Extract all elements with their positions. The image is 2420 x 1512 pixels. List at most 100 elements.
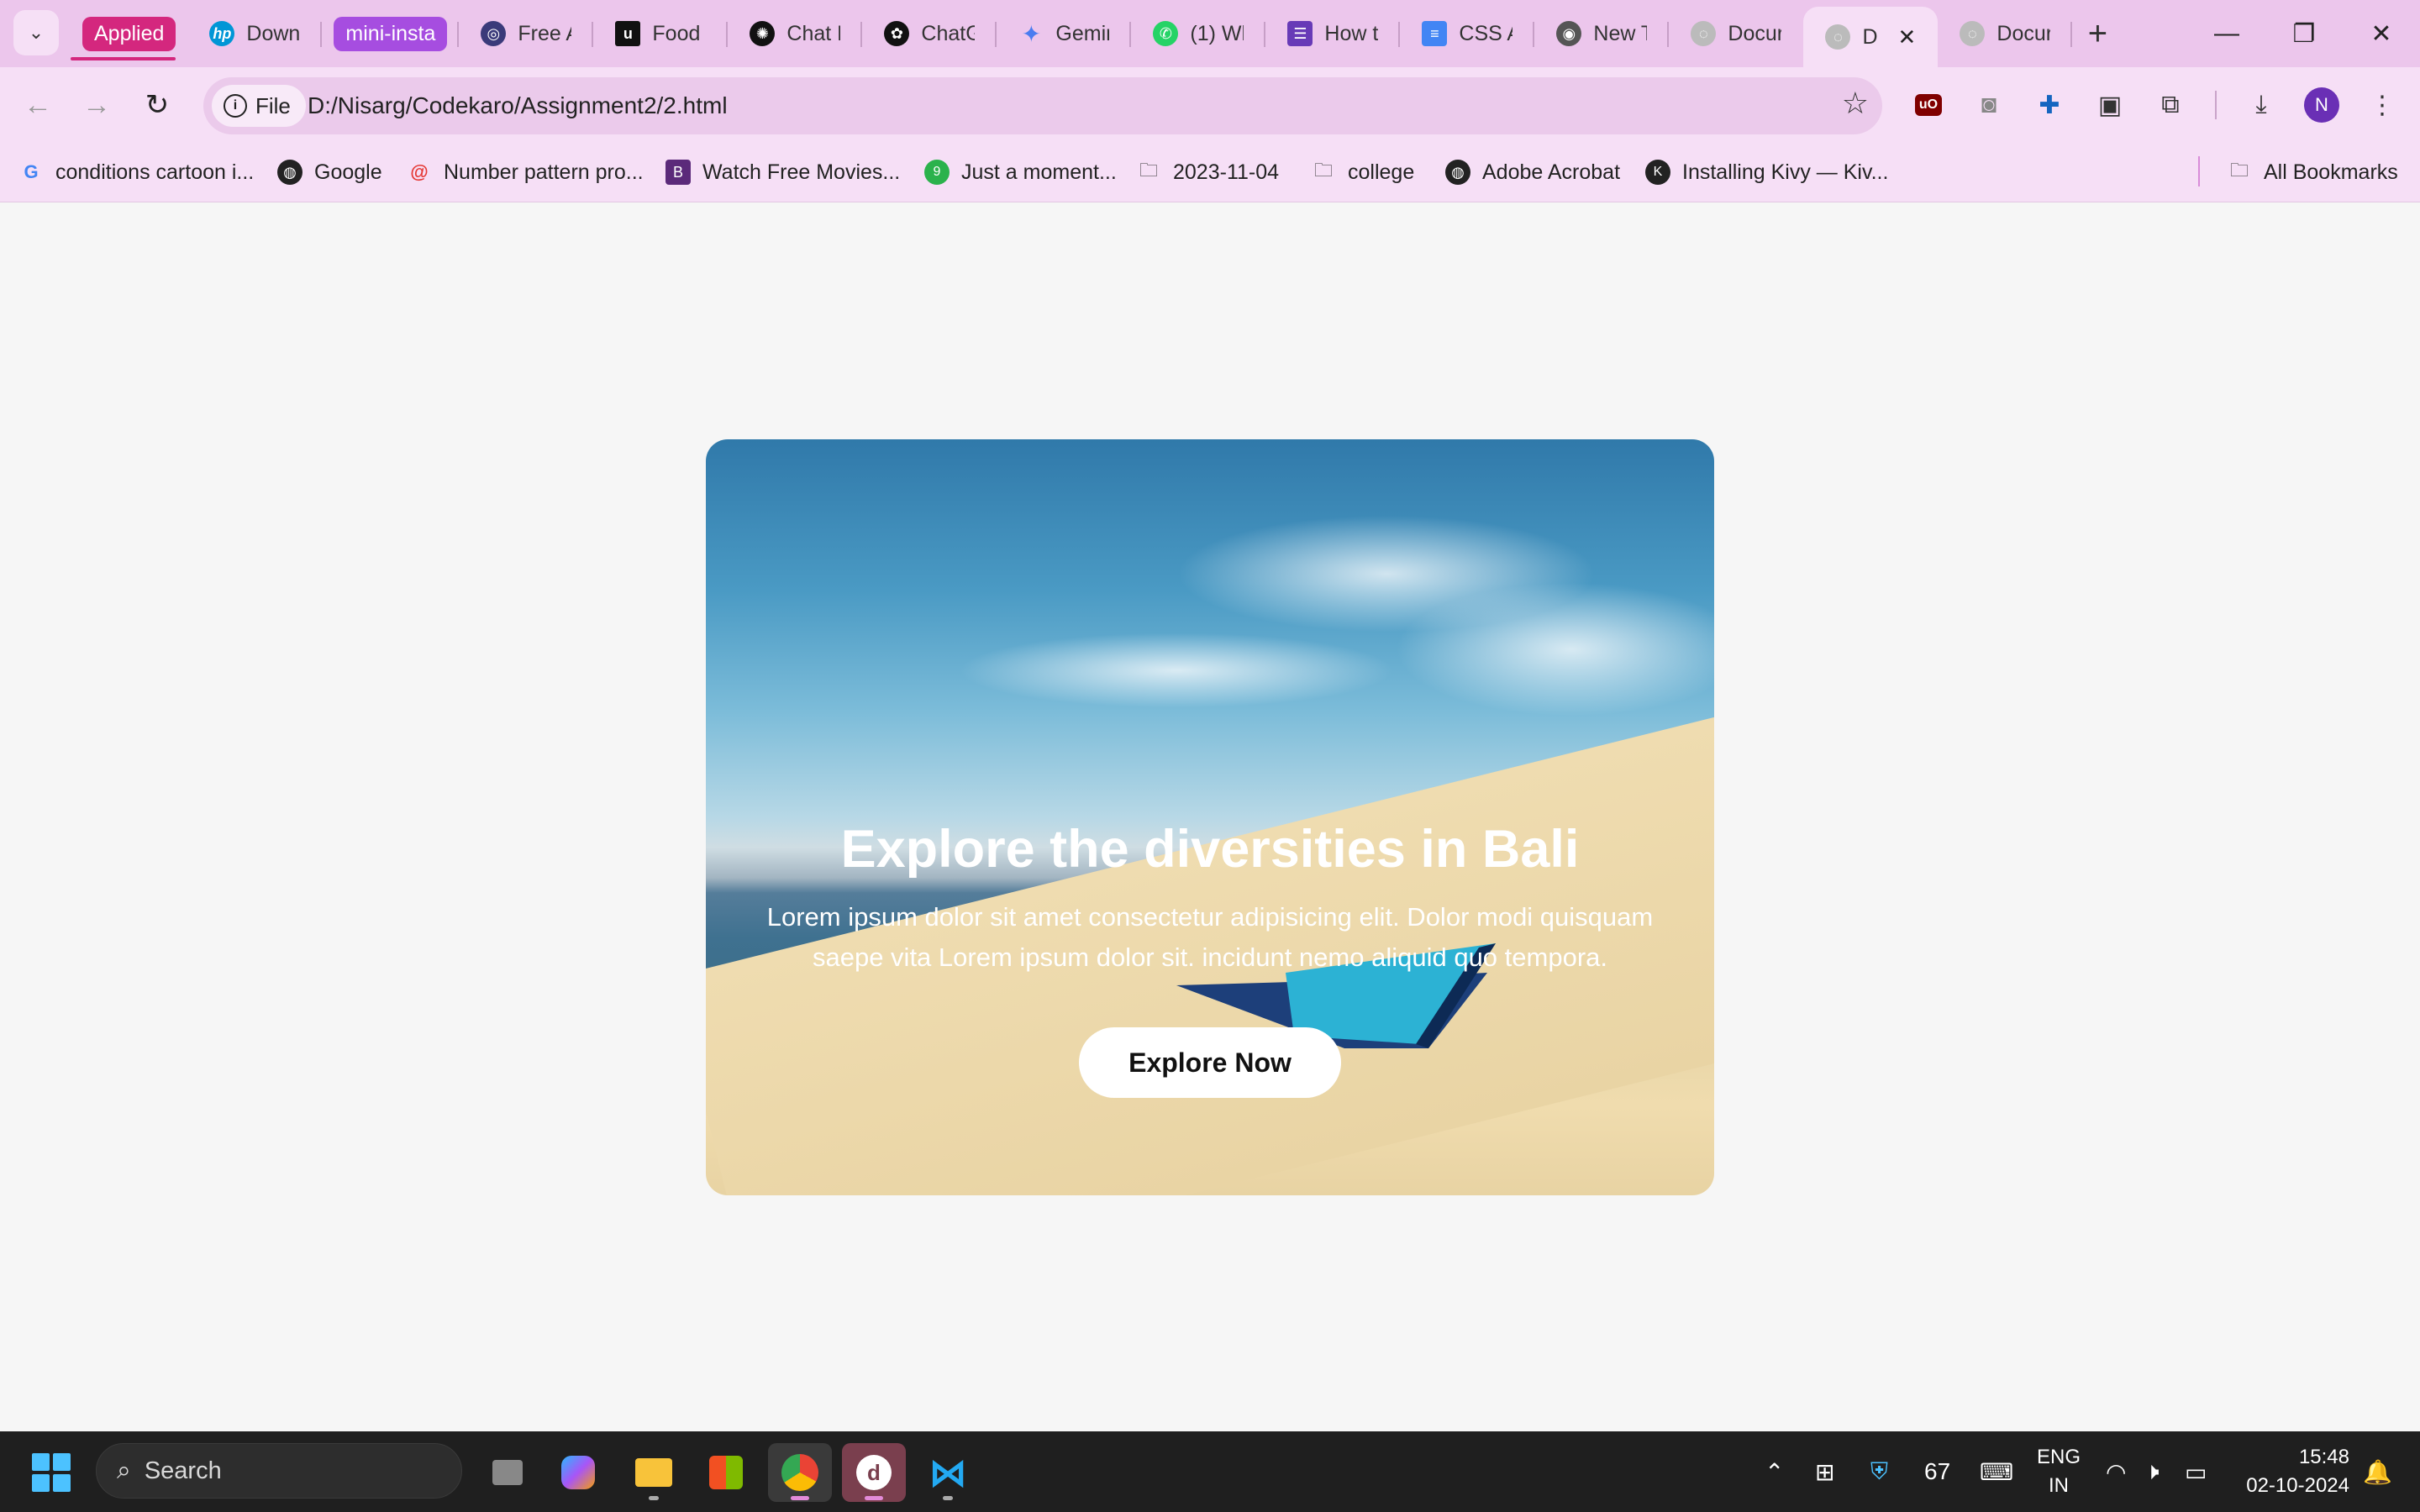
tab[interactable]: hp Downl: [187, 7, 323, 60]
bookmark-star-icon[interactable]: ☆: [1842, 86, 1869, 121]
tab-group-applied[interactable]: Applied: [71, 7, 187, 60]
clock[interactable]: 15:48 02-10-2024: [2242, 1443, 2349, 1500]
chrome-taskbar-icon[interactable]: [768, 1443, 832, 1502]
site-info-chip[interactable]: i File: [212, 85, 306, 127]
site-icon: @: [410, 161, 429, 182]
taskbar-search[interactable]: ⌕ Search: [96, 1443, 462, 1499]
tab[interactable]: ◌ Docur: [1938, 7, 2073, 60]
all-bookmarks[interactable]: 🗀 All Bookmarks: [2227, 143, 2398, 202]
show-hidden-icons[interactable]: ⌃: [1765, 1431, 1784, 1512]
search-icon: ⌕: [117, 1457, 131, 1484]
tab[interactable]: ✆ (1) Wh: [1131, 7, 1266, 60]
discord-like-app-icon[interactable]: d: [842, 1443, 906, 1502]
ublock-icon[interactable]: uO: [1914, 94, 1943, 116]
chatbot-icon: ✺: [750, 21, 776, 46]
tray-monitor-icon[interactable]: ⊞: [1815, 1431, 1834, 1512]
tab-active[interactable]: ◌ D ✕: [1803, 7, 1939, 67]
bookmark-label: Google: [314, 160, 382, 184]
bookmarks-bar: G conditions cartoon i... ◍ Google @ Num…: [0, 143, 2420, 202]
openai-icon: ✿: [884, 21, 910, 46]
bookmark-icon: B: [666, 160, 691, 185]
bookmark-item[interactable]: 9 Just a moment...: [924, 143, 1117, 202]
microsoft-store-icon[interactable]: [694, 1443, 758, 1502]
folder-icon: 🗀: [2229, 160, 2249, 181]
language-indicator[interactable]: ENG IN: [2037, 1431, 2081, 1512]
tab[interactable]: ☰ How t: [1265, 7, 1401, 60]
windows-start-icon[interactable]: [32, 1453, 71, 1492]
volume-muted-icon[interactable]: 🕨: [2144, 1431, 2160, 1512]
bookmark-item[interactable]: ◍ Adobe Acrobat: [1445, 143, 1620, 202]
tab[interactable]: ◉ New T: [1534, 7, 1670, 60]
tab[interactable]: ≡ CSS A: [1400, 7, 1535, 60]
tab[interactable]: ✺ Chat B: [728, 7, 863, 60]
region-code: IN: [2049, 1474, 2069, 1497]
close-tab-icon[interactable]: ✕: [1898, 24, 1917, 50]
whatsapp-icon: ✆: [1153, 21, 1179, 46]
tab-strip: ⌄ Applied hp Downl mini-insta ◎ Free A u…: [0, 0, 2420, 67]
bookmark-item[interactable]: G conditions cartoon i...: [18, 143, 254, 202]
url-text[interactable]: D:/Nisarg/Codekaro/Assignment2/2.html: [308, 77, 728, 134]
tab-title: Chat B: [786, 21, 840, 45]
bookmark-item[interactable]: ◍ Google: [277, 143, 382, 202]
tab-title: ChatG: [921, 21, 976, 45]
globe-icon: ◍: [277, 160, 302, 185]
hero-description: Lorem ipsum dolor sit amet consectetur a…: [766, 902, 1654, 972]
tab-title: Downl: [246, 21, 301, 45]
notification-bell-icon[interactable]: 🔔: [2363, 1431, 2392, 1512]
hero-card: Explore the diversities in Bali Lorem ip…: [706, 439, 1714, 1195]
copilot-icon[interactable]: [546, 1443, 610, 1502]
bookmark-folder[interactable]: 🗀 2023-11-04: [1136, 143, 1279, 202]
picture-in-picture-icon[interactable]: ▣: [2091, 86, 2129, 124]
folder-icon: 🗀: [1313, 160, 1333, 181]
wifi-icon[interactable]: ◠: [2106, 1431, 2126, 1512]
tab-title: Gemin: [1055, 21, 1109, 45]
tab-title: Free A: [518, 21, 571, 45]
forward-icon[interactable]: →: [76, 84, 118, 126]
taskbar: ⌕ Search d ⋈ ⌃ ⊞ ⛨ 67 ⌨ ENG IN ◠ 🕨 ▭ 15:…: [0, 1431, 2420, 1512]
download-icon[interactable]: ⤓: [2242, 86, 2281, 124]
vscode-icon[interactable]: ⋈: [916, 1443, 980, 1502]
minimize-icon[interactable]: —: [2188, 0, 2265, 67]
bookmark-item[interactable]: @ Number pattern pro...: [407, 143, 643, 202]
file-explorer-icon[interactable]: [622, 1443, 686, 1502]
all-bookmarks-label: All Bookmarks: [2264, 160, 2398, 184]
tab-group-mini-insta[interactable]: mini-insta: [322, 7, 460, 60]
task-view-icon[interactable]: [476, 1443, 539, 1502]
explore-now-button[interactable]: Explore Now: [1079, 1027, 1341, 1098]
camera-icon[interactable]: ◙: [1970, 86, 2008, 124]
tab[interactable]: ◎ Free A: [459, 7, 594, 60]
tab[interactable]: ◌ Docur: [1669, 7, 1803, 60]
tab-title: Docur: [1728, 21, 1782, 45]
extension-icon[interactable]: ✚: [2030, 86, 2069, 124]
site-icon: ◎: [481, 21, 507, 46]
globe-icon: ◌: [1691, 21, 1717, 46]
language-code: ENG: [2037, 1446, 2081, 1468]
address-bar[interactable]: i File D:/Nisarg/Codekaro/Assignment2/2.…: [203, 77, 1882, 134]
tab[interactable]: ✿ ChatG: [862, 7, 997, 60]
tabs: Applied hp Downl mini-insta ◎ Free A u F…: [71, 7, 2123, 67]
back-icon[interactable]: ←: [17, 84, 59, 126]
bookmark-folder[interactable]: 🗀 college: [1311, 143, 1414, 202]
tab-search-button[interactable]: ⌄: [13, 10, 59, 55]
new-tab-button[interactable]: +: [2072, 7, 2123, 60]
tab[interactable]: ✦ Gemin: [997, 7, 1132, 60]
docs-icon: ≡: [1422, 21, 1448, 46]
restore-icon[interactable]: ❐: [2265, 0, 2343, 67]
bookmark-item[interactable]: B Watch Free Movies...: [666, 143, 900, 202]
close-window-icon[interactable]: ✕: [2343, 0, 2420, 67]
reload-icon[interactable]: ↻: [136, 84, 178, 126]
tab-title: How t: [1324, 21, 1379, 45]
bookmark-item[interactable]: K Installing Kivy — Kiv...: [1645, 143, 1888, 202]
keyboard-icon[interactable]: ⌨: [1980, 1431, 2013, 1512]
security-shield-icon[interactable]: ⛨: [1870, 1431, 1888, 1512]
bookmark-label: college: [1348, 160, 1415, 184]
google-icon: G: [24, 161, 39, 182]
menu-kebab-icon[interactable]: ⋮: [2363, 86, 2402, 124]
info-icon: i: [224, 94, 247, 118]
tab[interactable]: u Food: [593, 7, 729, 60]
tab-group-label: mini-insta: [334, 16, 448, 51]
battery-icon[interactable]: ▭: [2185, 1431, 2207, 1512]
bookmark-label: Adobe Acrobat: [1482, 160, 1621, 184]
profile-avatar[interactable]: N: [2304, 87, 2339, 123]
extensions-puzzle-icon[interactable]: ⧉: [2151, 86, 2190, 124]
